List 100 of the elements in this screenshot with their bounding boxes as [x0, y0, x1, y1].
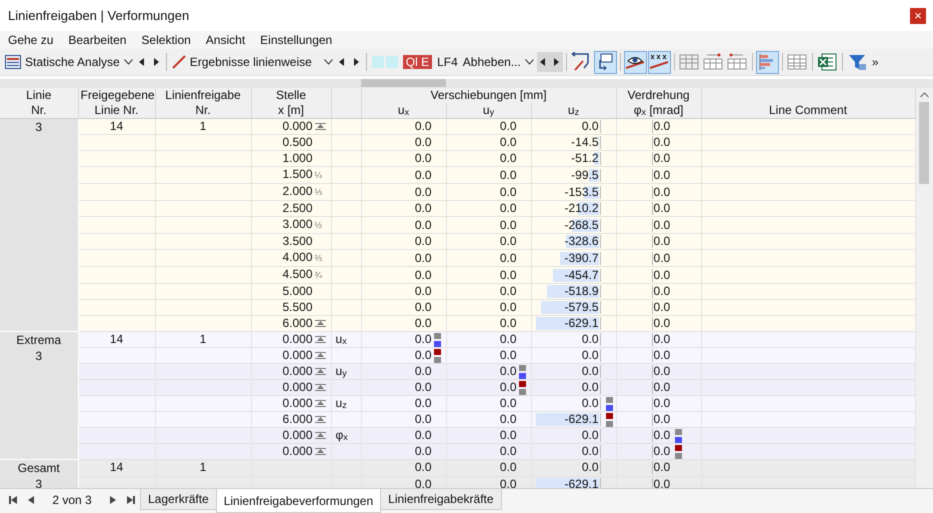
- spreadsheet-icon: [817, 52, 838, 72]
- menu-item[interactable]: Einstellungen: [260, 33, 332, 47]
- table-cell: 0.0: [414, 365, 432, 378]
- column-header: u$_{x}$: [398, 103, 410, 117]
- window-title: Linienfreigaben | Verformungen: [8, 8, 190, 23]
- table-cell: 0.0: [654, 349, 670, 362]
- table-cell: 0.0: [582, 333, 599, 346]
- table-cell: 0.0: [654, 365, 670, 378]
- table-cell: 0.0: [654, 381, 670, 394]
- vertical-scrollbar[interactable]: [916, 88, 933, 488]
- close-button[interactable]: ×: [910, 8, 926, 24]
- fraction-mark: ¾: [314, 270, 322, 280]
- toolbar-button[interactable]: [594, 50, 617, 74]
- row-label: 3: [34, 348, 44, 364]
- toolbar-button[interactable]: [624, 50, 647, 74]
- maximum-marker-icon: [434, 332, 440, 346]
- scrollbar-thumb[interactable]: [919, 102, 930, 184]
- table-cell: 0.0: [654, 152, 670, 165]
- end-marker-icon: [314, 432, 326, 440]
- component-label: u$_{y}$: [336, 365, 347, 378]
- table-cell: 0.0: [414, 301, 432, 314]
- table-cell: 0.0: [654, 413, 670, 426]
- table-cell: 0.0: [654, 268, 670, 282]
- end-marker-icon: [314, 368, 326, 376]
- table-cell: 0.0: [582, 120, 599, 133]
- result-type-dropdown[interactable]: Abheben...: [460, 52, 536, 72]
- table-cell: 0.0: [654, 202, 670, 215]
- table-cell: -629.1: [536, 317, 599, 330]
- table-cell: 0.0: [500, 413, 516, 426]
- load-case-dropdown[interactable]: Ql E LF4: [370, 52, 460, 72]
- table-cell: 0.0: [414, 136, 432, 149]
- table-cell: 0.0: [654, 461, 670, 474]
- table-cell: 3.000: [282, 218, 312, 232]
- table-cell: 0.0: [654, 218, 670, 232]
- column-header: Verdrehung: [628, 88, 690, 102]
- table-cell: 0.0: [500, 365, 516, 378]
- menu-item[interactable]: Selektion: [141, 33, 191, 47]
- table-icon: [679, 52, 700, 72]
- table-cell: 0.0: [654, 333, 670, 346]
- table-cell: 0.0: [500, 235, 516, 248]
- table-cell: 4.000: [282, 251, 312, 264]
- table-cell: 4.500: [282, 268, 312, 282]
- row-label: Extrema: [15, 332, 62, 348]
- column-header: Linie Nr.: [26, 88, 52, 117]
- table-cell: 0.0: [414, 461, 432, 474]
- table-cell: 0.0: [582, 429, 599, 442]
- table-cell: 0.0: [654, 285, 670, 298]
- table-cell: 0.0: [414, 445, 432, 458]
- table-cell: 3.500: [282, 235, 312, 248]
- table-cell: 6.000: [282, 413, 312, 426]
- table-cell: 0.0: [500, 218, 516, 232]
- table-cell: 0.0: [500, 333, 516, 346]
- table-cell: 0.000: [282, 365, 312, 378]
- triangle-left-icon: [540, 58, 546, 66]
- table-cell: 0.0: [500, 202, 516, 215]
- end-marker-icon: [314, 416, 326, 424]
- values-icon: [649, 52, 670, 72]
- table-cell: 1.500: [282, 168, 312, 182]
- table-cell: 0.0: [500, 152, 516, 165]
- triangle-left-icon: [139, 58, 146, 66]
- table-cell: 5.000: [282, 285, 312, 298]
- more-button[interactable]: »: [872, 55, 879, 69]
- menu-item[interactable]: Bearbeiten: [68, 33, 126, 47]
- table-cell: 0.0: [500, 168, 516, 182]
- end-marker-icon: [314, 320, 326, 328]
- table-cell: -518.9: [546, 285, 599, 298]
- table-cell: 0.0: [414, 381, 432, 394]
- table-cell: 0.0: [414, 252, 432, 264]
- table-cell: 0.0: [582, 397, 599, 410]
- maximum-marker-icon: [674, 428, 682, 442]
- toolbar-button[interactable]: [648, 50, 671, 74]
- scrollbar-thumb[interactable]: [361, 79, 446, 87]
- table-cell: 0.0: [500, 136, 516, 149]
- table-cell: 0.0: [414, 397, 432, 410]
- table-cell: 0.0: [414, 202, 432, 215]
- minimum-marker-icon: [606, 412, 613, 426]
- column-header: Freigegebene Linie Nr.: [80, 88, 155, 117]
- column-header: Verschiebungen [mm]: [430, 88, 547, 102]
- table-icon: [703, 52, 724, 72]
- table-cell: 1: [200, 461, 206, 474]
- sheet-tab[interactable]: Linienfreigabekräfte: [380, 489, 502, 510]
- component-label: u$_{z}$: [336, 397, 347, 410]
- table-cell: 1: [200, 120, 206, 133]
- table-cell: 0.0: [654, 317, 670, 330]
- column-header: Line Comment: [769, 103, 848, 117]
- table-cell: 0.0: [500, 461, 516, 474]
- sheet-tab[interactable]: Lagerkräfte: [140, 489, 217, 510]
- table-cell: 2.500: [282, 202, 312, 215]
- sheet-tab[interactable]: Linienfreigabeverformungen: [216, 489, 382, 513]
- menu-item[interactable]: Gehe zu: [8, 33, 54, 47]
- triangle-right-icon: [153, 58, 160, 66]
- results-dropdown[interactable]: Ergebnisse linienweise: [170, 52, 335, 72]
- table-cell: -454.7: [552, 268, 599, 282]
- column-header: φ$_{x}$ [mrad]: [634, 103, 684, 117]
- menu-item[interactable]: Ansicht: [206, 33, 246, 47]
- analysis-dropdown[interactable]: Statische Analyse: [3, 52, 135, 72]
- table-cell: 0.000: [282, 397, 312, 410]
- table-cell: 0.0: [500, 268, 516, 282]
- table-cell: 0.0: [654, 168, 670, 182]
- column-header: u$_{y}$: [482, 103, 494, 117]
